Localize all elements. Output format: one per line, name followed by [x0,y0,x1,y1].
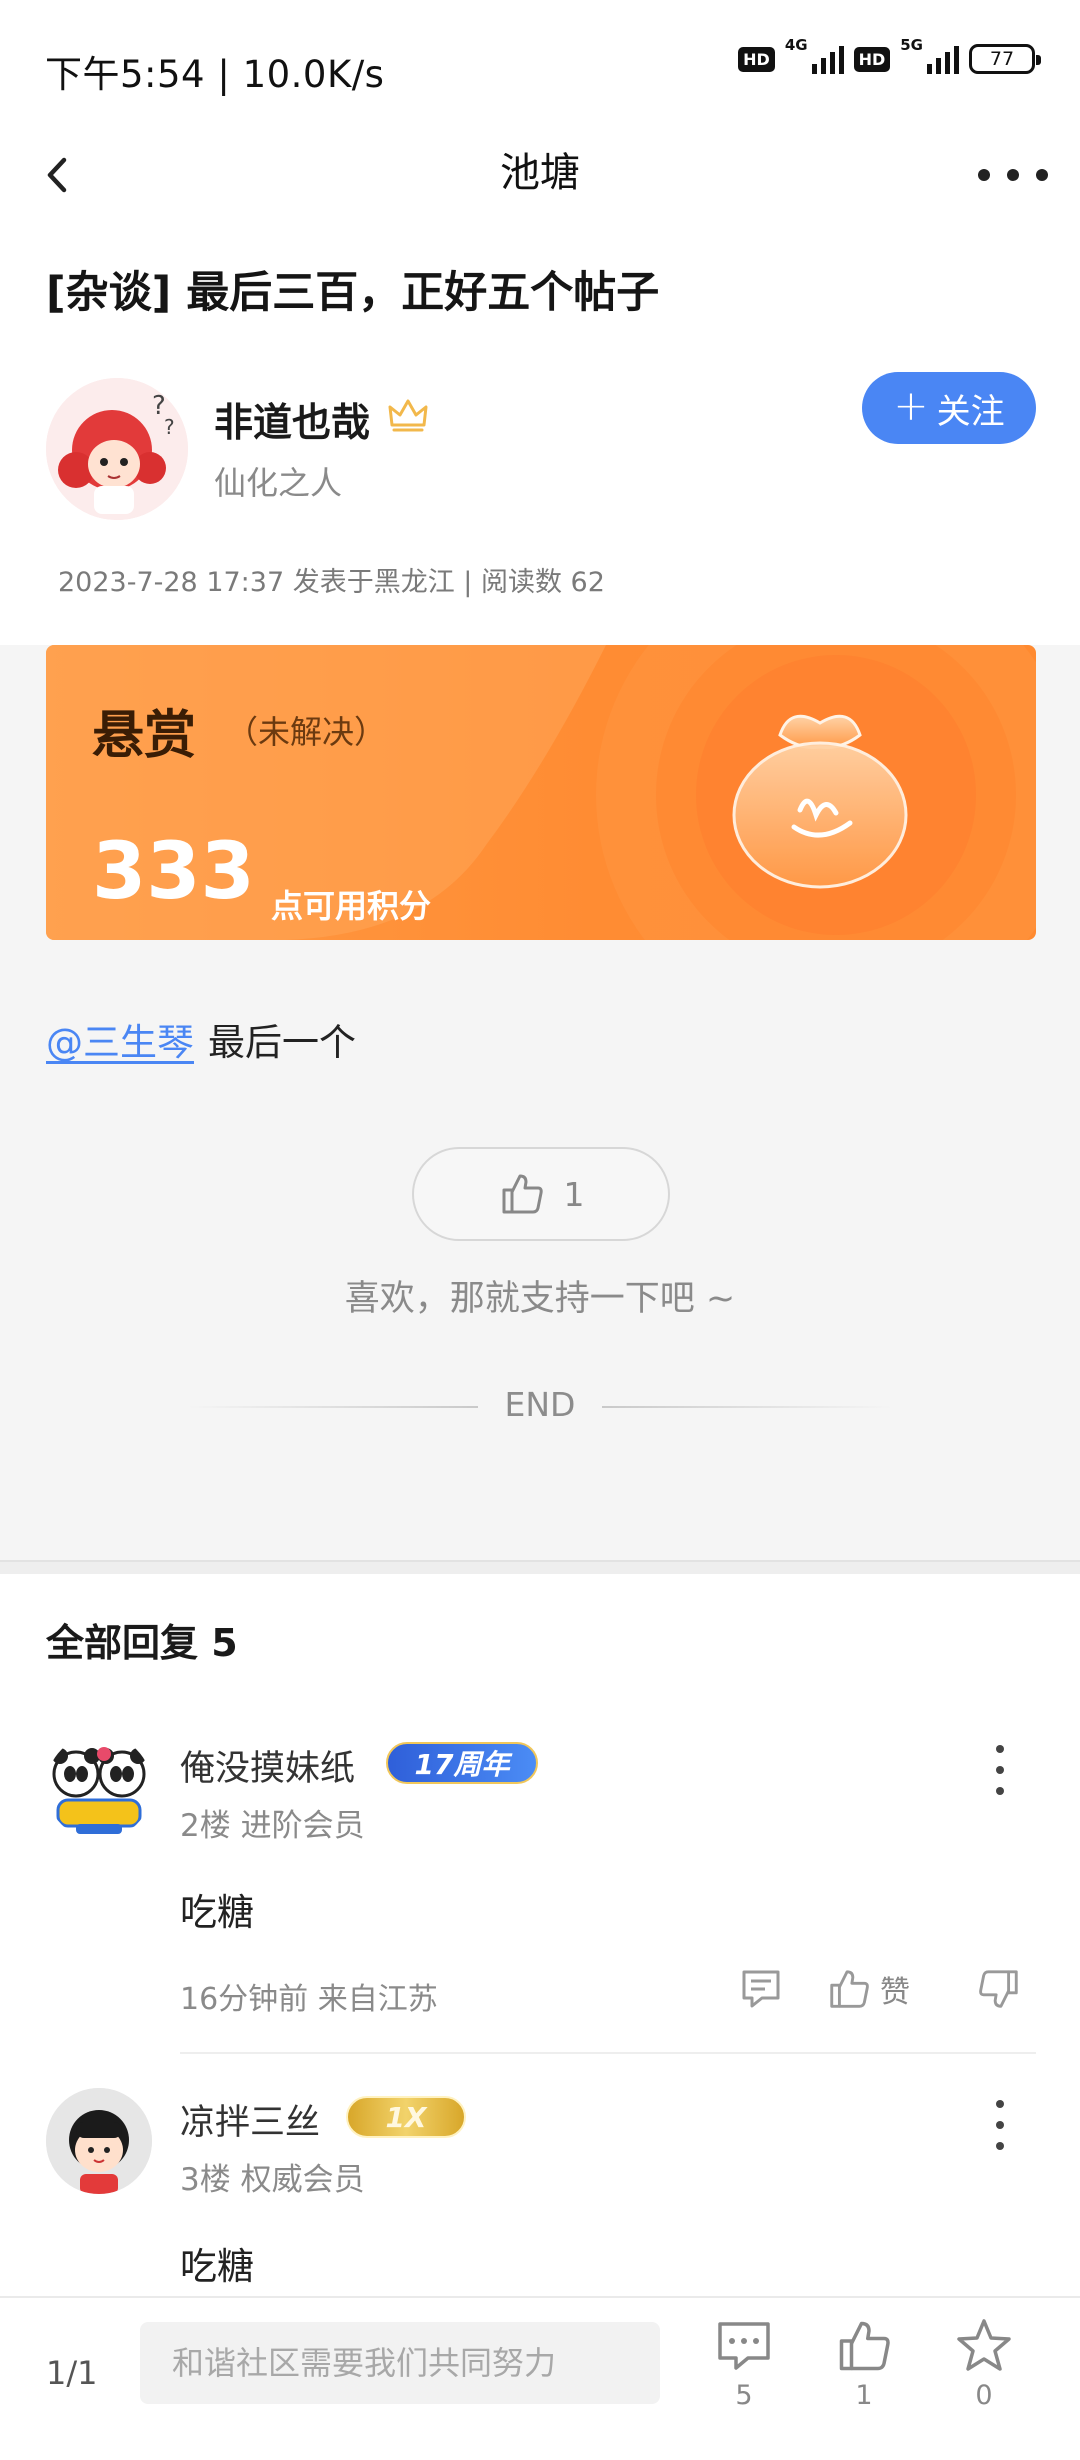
post-like-button[interactable]: 1 [412,1147,670,1241]
star-icon [957,2319,1011,2371]
status-indicators: HD 4G HD 5G 77 [738,36,1041,74]
more-options-icon[interactable] [978,160,1048,190]
reply-author-name[interactable]: 凉拌三丝 [180,2094,320,2145]
plus-icon: + [893,381,929,430]
level-badge: 1X [346,2096,466,2138]
battery-icon: 77 [969,44,1041,74]
reply-content: 吃糖 [180,2245,254,2288]
reply-like-button[interactable]: 赞 [826,1966,910,2012]
status-time: 下午5:54 | 10.0K/s [45,53,385,96]
reply-avatar[interactable] [46,1734,152,1840]
title-bar: 池塘 [0,130,1080,220]
reply-floor-meta: 2楼 进阶会员 [180,1808,365,1844]
network-type-4g: 4G [784,36,808,54]
signal-icon [811,44,844,74]
bounty-title: 悬赏 [92,706,197,766]
anniversary-badge: 17周年 [386,1742,538,1784]
reply-like-label: 赞 [880,1975,910,2010]
replies-header: 全部回复 5 [46,1621,238,1665]
thumbs-up-icon [830,1970,869,2008]
reply-content: 吃糖 [180,1891,254,1934]
reply-time-location: 16分钟前 来自江苏 [180,1982,438,2017]
author-avatar[interactable]: ? ? [46,378,188,520]
support-prompt: 喜欢，那就支持一下吧 ~ [344,1279,736,1319]
bounty-status: （未解决） [226,713,387,751]
post-content: @三生琴 最后一个 [46,1012,356,1066]
reply-comment-button[interactable] [738,1966,784,2012]
mention-link[interactable]: @三生琴 [46,1021,194,1064]
bounty-amount: 333 [92,827,255,917]
bounty-unit: 点可用积分 [271,887,432,925]
crown-icon [388,399,428,432]
post-meta: 2023-7-28 17:37 发表于黑龙江 | 阅读数 62 [58,567,605,598]
network-type-5g: 5G [900,36,923,54]
reply-more-icon[interactable] [990,1745,1010,1795]
comments-button[interactable]: 5 [704,2316,784,2411]
reply-divider [180,2052,1036,2054]
follow-label: 关注 [936,391,1005,432]
likes-count: 1 [855,2380,873,2411]
author-rank: 仙化之人 [214,464,343,502]
thumbs-up-icon [839,2321,890,2371]
post-like-count: 1 [563,1174,585,1214]
status-bar: 下午5:54 | 10.0K/s HD 4G HD 5G 77 [0,0,1080,130]
thumbs-down-icon [979,1970,1018,2008]
author-name[interactable]: 非道也哉 [214,392,370,448]
reply-avatar[interactable] [46,2088,152,2194]
hd-icon: HD [853,46,891,72]
reply-floor-meta: 3楼 权威会员 [180,2162,365,2198]
reply-author-name[interactable]: 俺没摸妹纸 [180,1740,355,1791]
svg-text:?: ? [164,415,175,439]
hd-icon: HD [738,46,775,72]
follow-button[interactable]: + 关注 [862,372,1036,444]
end-label: END [504,1385,576,1424]
section-divider [0,1560,1080,1574]
reply-input[interactable] [140,2322,660,2404]
post-title: [杂谈] 最后三百，正好五个帖子 [46,268,660,318]
end-divider-right [602,1406,892,1408]
page-title: 池塘 [500,150,580,196]
bottom-bar: 1/1 5 1 0 [0,2296,1080,2460]
favorite-button[interactable]: 0 [944,2316,1024,2411]
reply-dislike-button[interactable] [976,1966,1022,2012]
comment-icon [742,1970,780,2008]
thumbs-up-icon [502,1174,543,1214]
post-content-text: 最后一个 [208,1021,356,1064]
favorites-count: 0 [975,2380,993,2411]
signal-icon [927,44,959,74]
like-button[interactable]: 1 [824,2316,904,2411]
reply-more-icon[interactable] [990,2100,1010,2150]
comments-count: 5 [735,2380,753,2411]
bounty-card: 悬赏 （未解决） 333 点可用积分 [46,645,1036,940]
page-indicator[interactable]: 1/1 [46,2354,98,2392]
money-bag-icon [732,714,908,889]
comment-icon [718,2322,770,2370]
